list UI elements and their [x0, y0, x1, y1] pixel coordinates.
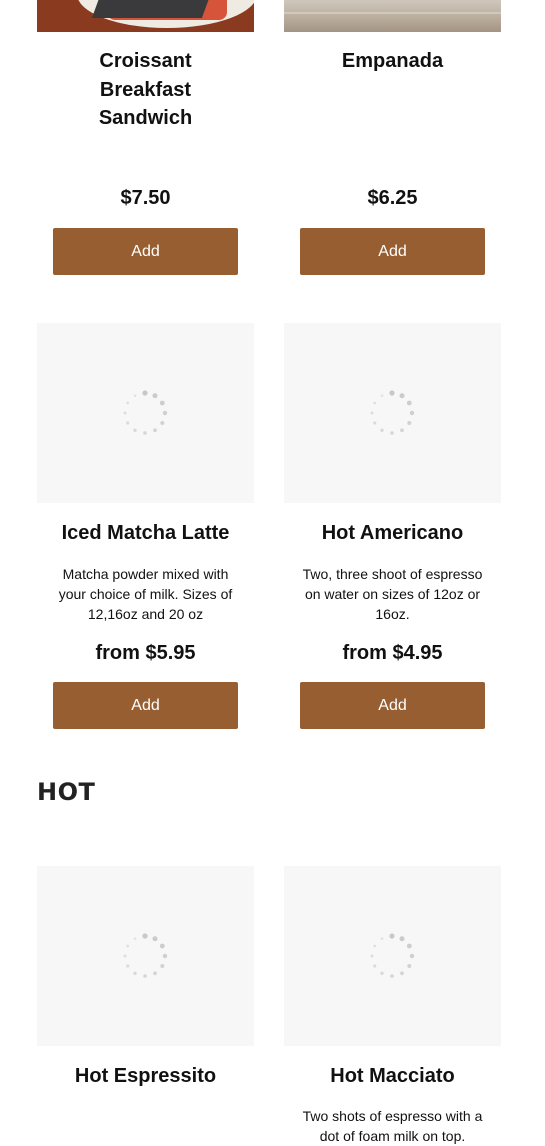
add-button[interactable]: Add [300, 228, 485, 275]
product-price: from $5.95 [95, 642, 196, 664]
product-image-placeholder[interactable] [37, 866, 254, 1046]
product-image-placeholder[interactable] [284, 866, 501, 1046]
product-description: Two, three shoot of espresso on water on… [302, 566, 483, 622]
product-description: Two shots of espresso with a dot of foam… [302, 1108, 483, 1144]
add-button[interactable]: Add [53, 682, 238, 729]
product-description: Matcha powder mixed with your choice of … [58, 566, 233, 622]
loading-spinner-icon [123, 933, 168, 978]
section-heading-hot: HOT [37, 778, 96, 806]
add-button[interactable]: Add [300, 682, 485, 729]
add-button[interactable]: Add [53, 228, 238, 275]
product-title[interactable]: Empanada [284, 47, 501, 76]
product-image-placeholder[interactable] [37, 323, 254, 503]
product-title[interactable]: Hot Espressito [37, 1062, 254, 1091]
product-price: $7.50 [120, 187, 171, 209]
product-image-placeholder[interactable] [284, 323, 501, 503]
product-title[interactable]: Hot Americano [284, 519, 501, 548]
product-title[interactable]: Hot Macciato [284, 1062, 501, 1091]
product-title[interactable]: Iced Matcha Latte [37, 519, 254, 548]
loading-spinner-icon [370, 933, 415, 978]
loading-spinner-icon [123, 390, 168, 435]
empanada-photo[interactable] [284, 0, 501, 32]
croissant-photo[interactable] [37, 0, 254, 32]
loading-spinner-icon [370, 390, 415, 435]
product-price: $6.25 [367, 187, 418, 209]
product-title[interactable]: Croissant Breakfast Sandwich [37, 47, 254, 133]
product-price: from $4.95 [342, 642, 443, 664]
